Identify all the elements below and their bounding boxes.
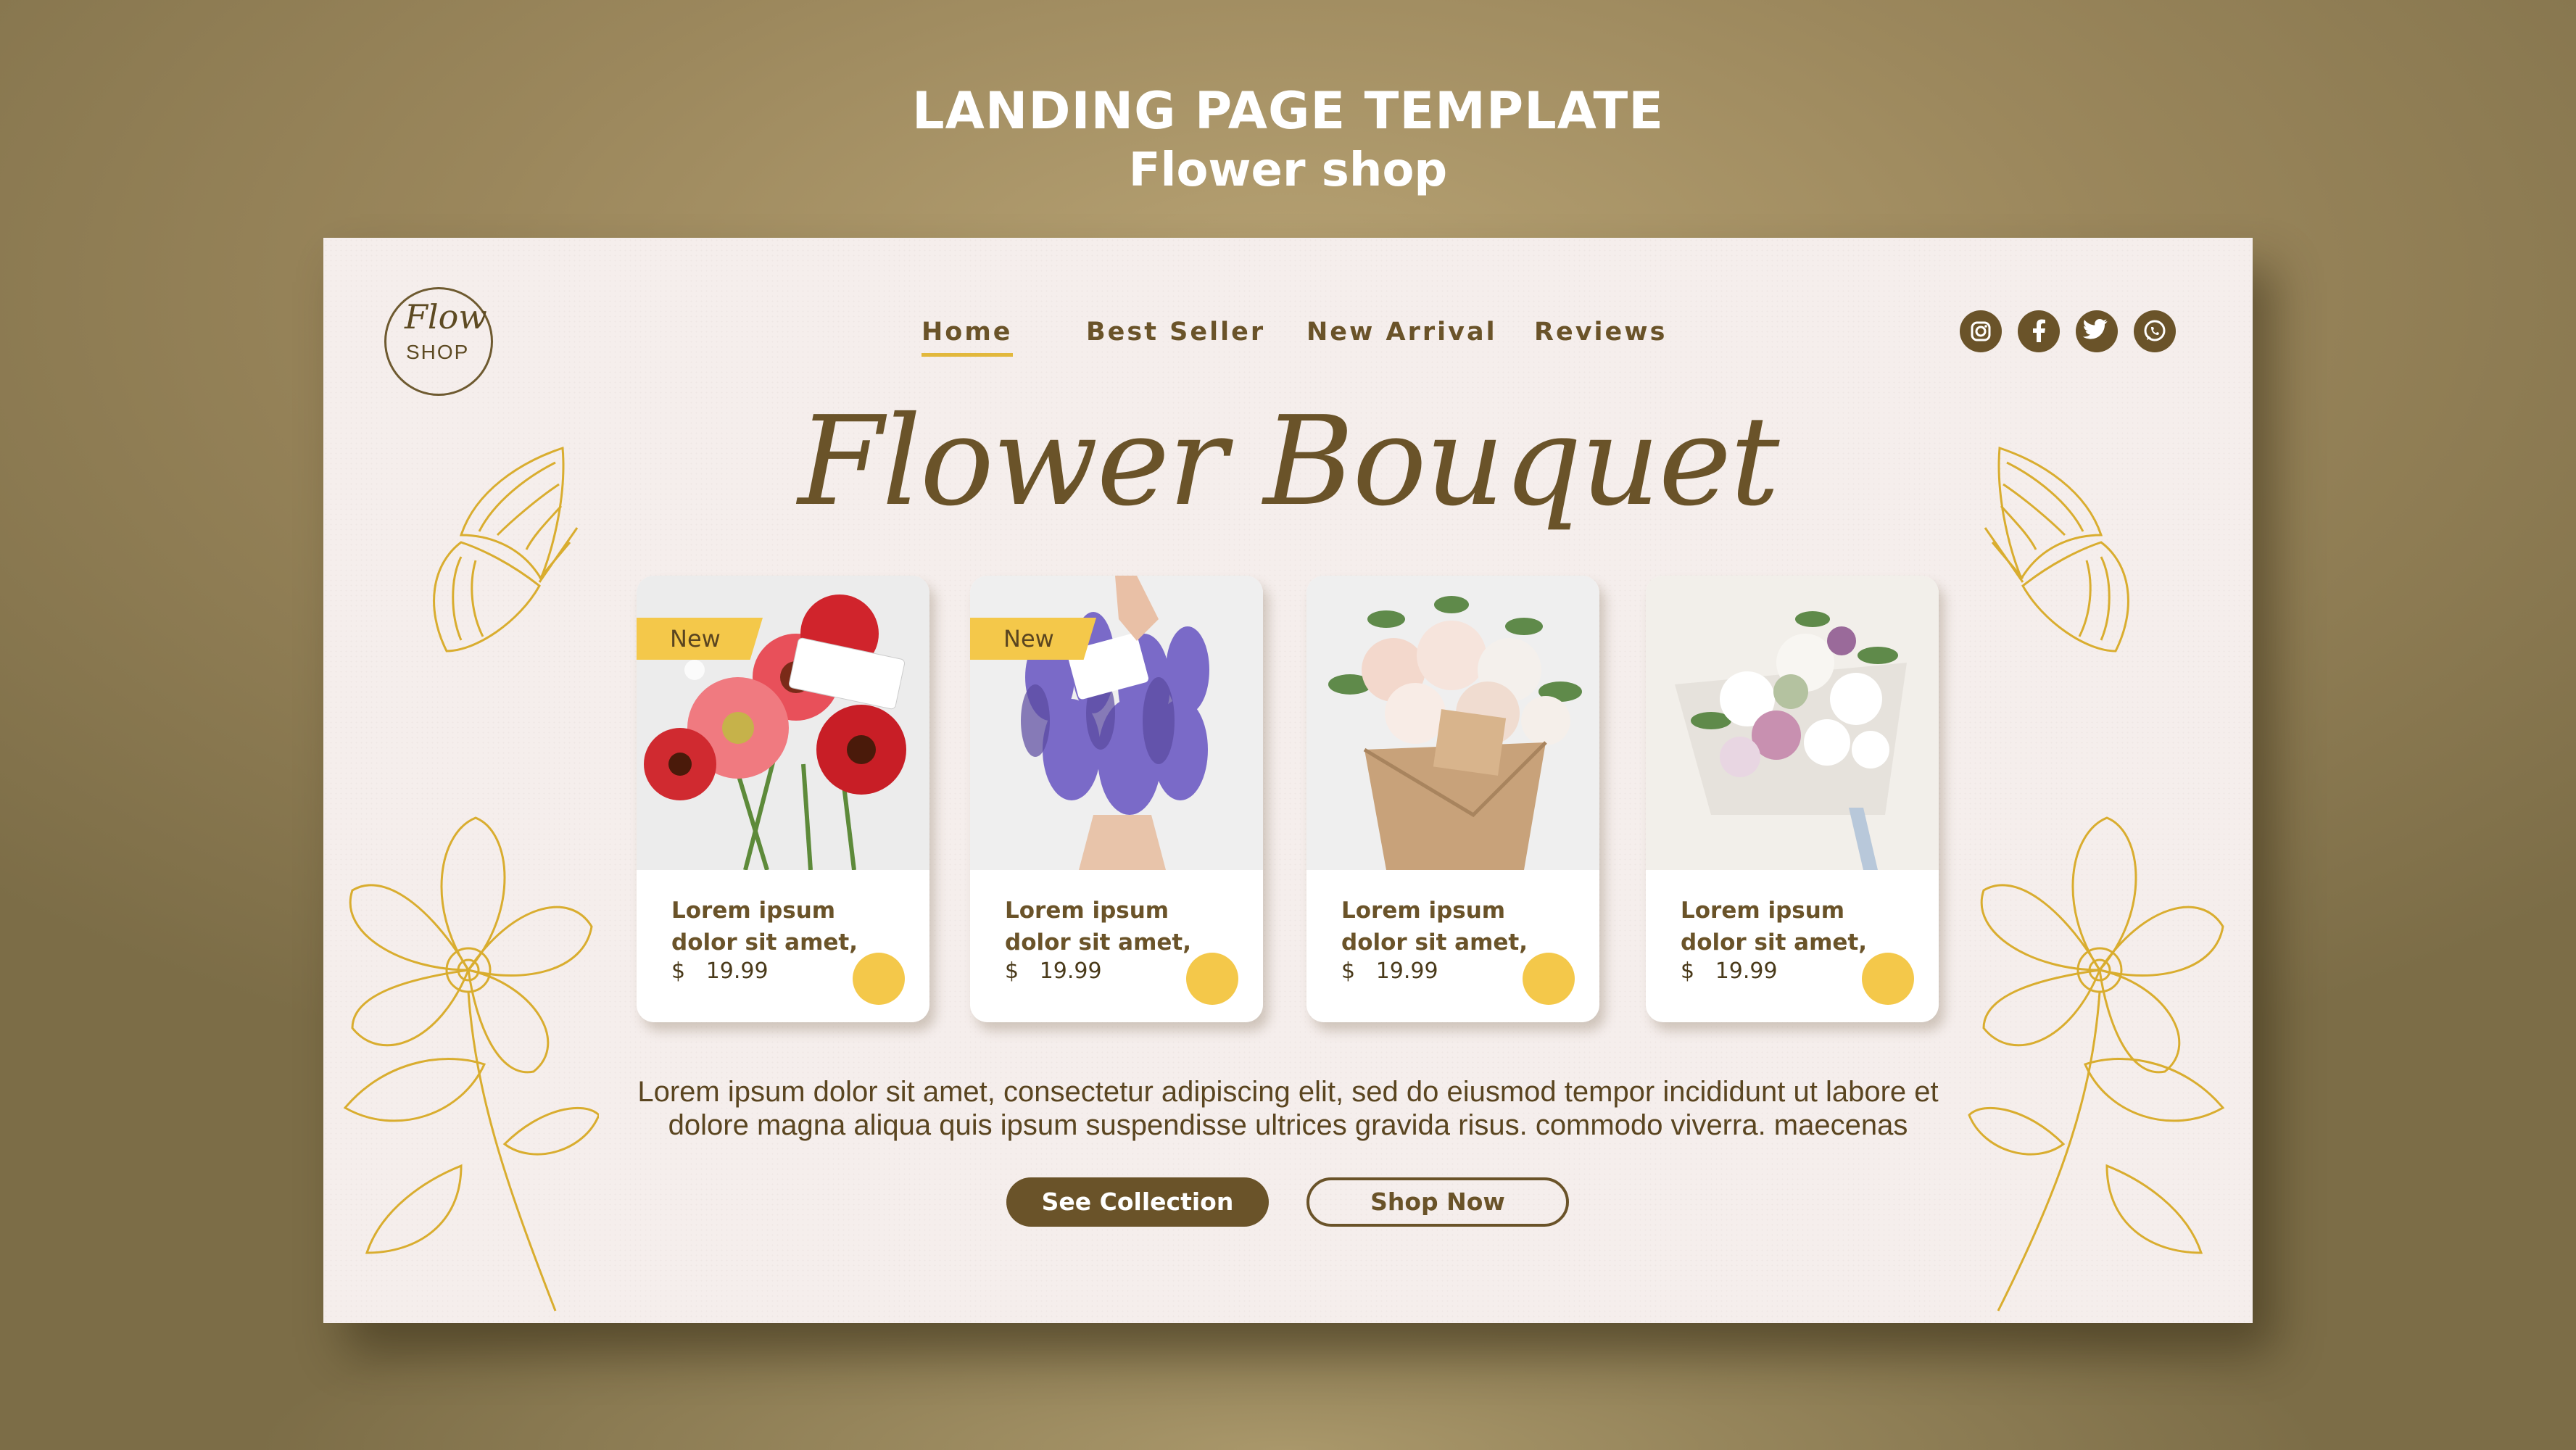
product-card[interactable]: New Lorem ipsum dolor sit amet, $ 19.99: [637, 576, 929, 1022]
product-price: $ 19.99: [671, 958, 769, 984]
description-line-2: dolore magna aliqua quis ipsum suspendis…: [668, 1109, 1908, 1141]
add-to-cart-button[interactable]: [1186, 953, 1238, 1005]
new-badge: New: [970, 618, 1096, 660]
description-text: Lorem ipsum dolor sit amet, consectetur …: [323, 1075, 2253, 1142]
mixed-white-bouquet-photo: [1646, 576, 1939, 870]
add-to-cart-button[interactable]: [1862, 953, 1914, 1005]
nav-item-best-seller[interactable]: Best Seller: [1086, 318, 1265, 347]
whatsapp-icon[interactable]: [2134, 310, 2176, 352]
nav-item-home[interactable]: Home: [922, 318, 1013, 357]
flower-left-illustration: [343, 816, 599, 1312]
instagram-icon[interactable]: [1960, 310, 2002, 352]
add-to-cart-button[interactable]: [853, 953, 905, 1005]
product-price: $ 19.99: [1005, 958, 1102, 984]
product-card[interactable]: Lorem ipsum dolor sit amet, $ 19.99: [1306, 576, 1599, 1022]
hero-title: Flower Bouquet: [798, 390, 1779, 534]
product-price: $ 19.99: [1681, 958, 1778, 984]
rose-kraft-bouquet-photo: [1306, 576, 1599, 870]
product-name: Lorem ipsum dolor sit amet,: [671, 898, 858, 956]
nav-item-new-arrival[interactable]: New Arrival: [1306, 318, 1497, 347]
nav-item-reviews[interactable]: Reviews: [1534, 318, 1667, 347]
facebook-icon[interactable]: [2018, 310, 2060, 352]
product-card[interactable]: Lorem ipsum dolor sit amet, $ 19.99: [1646, 576, 1939, 1022]
twitter-icon[interactable]: [2076, 310, 2118, 352]
add-to-cart-button[interactable]: [1523, 953, 1575, 1005]
description-line-1: Lorem ipsum dolor sit amet, consectetur …: [637, 1076, 1939, 1108]
poster-title: LANDING PAGE TEMPLATE: [911, 81, 1665, 141]
landing-page-canvas: Flow SHOP Home Best Seller New Arrival R…: [323, 238, 2253, 1323]
product-name: Lorem ipsum dolor sit amet,: [1681, 898, 1868, 956]
new-badge: New: [637, 618, 763, 660]
flower-right-illustration: [1968, 816, 2225, 1312]
shop-now-button[interactable]: Shop Now: [1306, 1177, 1569, 1227]
product-card[interactable]: New Lorem ipsum dolor sit amet, $ 19.99: [970, 576, 1263, 1022]
poster-subtitle: Flower shop: [1128, 144, 1448, 197]
product-name: Lorem ipsum dolor sit amet,: [1341, 898, 1528, 956]
product-price: $ 19.99: [1341, 958, 1438, 984]
product-name: Lorem ipsum dolor sit amet,: [1005, 898, 1192, 956]
see-collection-button[interactable]: See Collection: [1006, 1177, 1269, 1227]
